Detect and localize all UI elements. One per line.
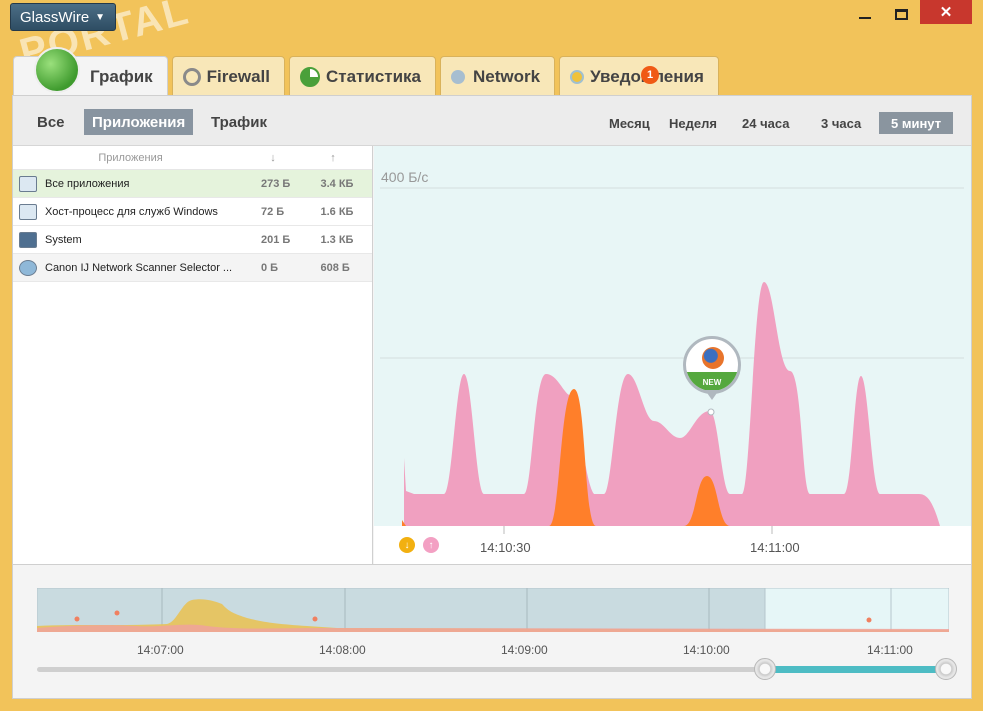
range-5min[interactable]: 5 минут [879,112,954,134]
tab-label: Статистика [325,66,422,86]
maximize-icon [894,8,908,20]
traffic-chart-canvas [374,146,971,534]
app-row-canon[interactable]: Canon IJ Network Scanner Selector ... 0 … [13,254,372,282]
filter-all[interactable]: Все [29,109,73,135]
chevron-down-icon: ▼ [95,11,106,23]
app-download: 201 Б [261,233,291,246]
alert-icon [570,69,585,84]
window-icon [19,203,37,220]
timeline-overview[interactable] [37,588,949,632]
timeline-end-handle[interactable] [935,658,957,680]
range-month[interactable]: Месяц [597,112,662,134]
timeline-label: 14:10:00 [683,643,730,657]
new-app-marker[interactable]: NEW [683,336,741,406]
new-badge: NEW [686,372,738,391]
app-menu-button[interactable]: GlassWire ▼ [10,3,116,31]
timeline-label: 14:09:00 [501,643,548,657]
filter-traffic[interactable]: Трафик [203,109,275,135]
app-row-all[interactable]: Все приложения 273 Б 3.4 КБ [13,170,372,198]
app-row-svchost[interactable]: Хост-процесс для служб Windows 72 Б 1.6 … [13,198,372,226]
firewall-icon [182,67,201,86]
column-apps[interactable]: Приложения [13,152,248,164]
app-upload: 608 Б [320,261,350,274]
app-title: GlassWire [20,8,90,26]
app-download: 273 Б [261,177,291,190]
range-week[interactable]: Неделя [657,112,729,134]
column-upload[interactable]: ↑ [298,152,368,164]
stats-icon [299,66,320,87]
x-tick-label: 14:10:30 [480,540,531,555]
y-axis-label: 400 Б/с [381,169,429,185]
alert-count-badge: 1 [641,66,660,84]
range-24h[interactable]: 24 часа [730,112,801,134]
network-icon [451,69,466,84]
app-upload: 1.6 КБ [320,205,354,218]
main-tabs: График Firewall Статистика Network Уведо… [13,46,719,96]
marker-tip [705,390,719,400]
timeline-label: 14:08:00 [319,643,366,657]
tab-network[interactable]: Network [440,56,556,96]
graph-panel: Все Приложения Трафик Месяц Неделя 24 ча… [12,95,972,565]
timeline-label: 14:07:00 [137,643,184,657]
tab-statistics[interactable]: Статистика [288,56,437,96]
app-download: 0 Б [261,261,279,274]
traffic-chart: 400 Б/с 14:10:30 14:11:00 ↓ ↑ NEW [374,146,971,564]
column-download[interactable]: ↓ [248,152,298,164]
timeline-label: 14:11:00 [867,643,913,657]
filter-bar: Все Приложения Трафик Месяц Неделя 24 ча… [13,96,971,146]
minimize-icon [859,17,871,19]
app-upload: 1.3 КБ [320,233,354,246]
timeline-slider-selection[interactable] [765,666,948,673]
window-icon [19,175,37,192]
tab-alerts[interactable]: Уведомления 1 [559,56,719,96]
legend-download[interactable]: ↓ [399,537,415,553]
event-dot [866,617,872,623]
tab-label: Network [473,66,541,86]
pin-anchor-dot [707,408,715,416]
timeline-selection-area [764,588,949,632]
app-row-system[interactable]: System 201 Б 1.3 КБ [13,226,372,254]
tab-graph[interactable]: График [13,46,168,96]
tab-label: График [90,66,153,86]
graph-icon [34,46,80,93]
close-button[interactable]: ✕ [920,0,972,24]
app-download: 72 Б [261,205,285,218]
event-dot [114,610,120,616]
system-icon [19,231,37,248]
range-3h[interactable]: 3 часа [809,112,873,134]
marker-circle: NEW [683,336,741,394]
timeline-panel: 14:07:00 14:08:00 14:09:00 14:10:00 14:1… [12,565,972,699]
maximize-button[interactable] [884,0,918,28]
event-dot [312,616,318,622]
event-dot [74,616,80,622]
apps-list-header: Приложения ↓ ↑ [13,146,372,170]
minimize-button[interactable] [848,0,882,28]
app-upload: 3.4 КБ [320,177,354,190]
scanner-icon [19,259,37,276]
firefox-icon [702,347,724,369]
app-name: Все приложения [45,177,130,190]
timeline-start-handle[interactable] [754,658,776,680]
legend-upload[interactable]: ↑ [423,537,439,553]
close-icon: ✕ [939,4,953,21]
app-name: Хост-процесс для служб Windows [45,205,218,218]
app-name: System [45,233,82,246]
tab-label: Firewall [206,66,270,86]
x-tick-label: 14:11:00 [750,540,800,555]
filter-apps[interactable]: Приложения [84,109,194,135]
tab-firewall[interactable]: Firewall [171,56,285,96]
apps-list: Приложения ↓ ↑ Все приложения 273 Б 3.4 … [13,146,373,564]
app-name: Canon IJ Network Scanner Selector ... [45,261,233,274]
